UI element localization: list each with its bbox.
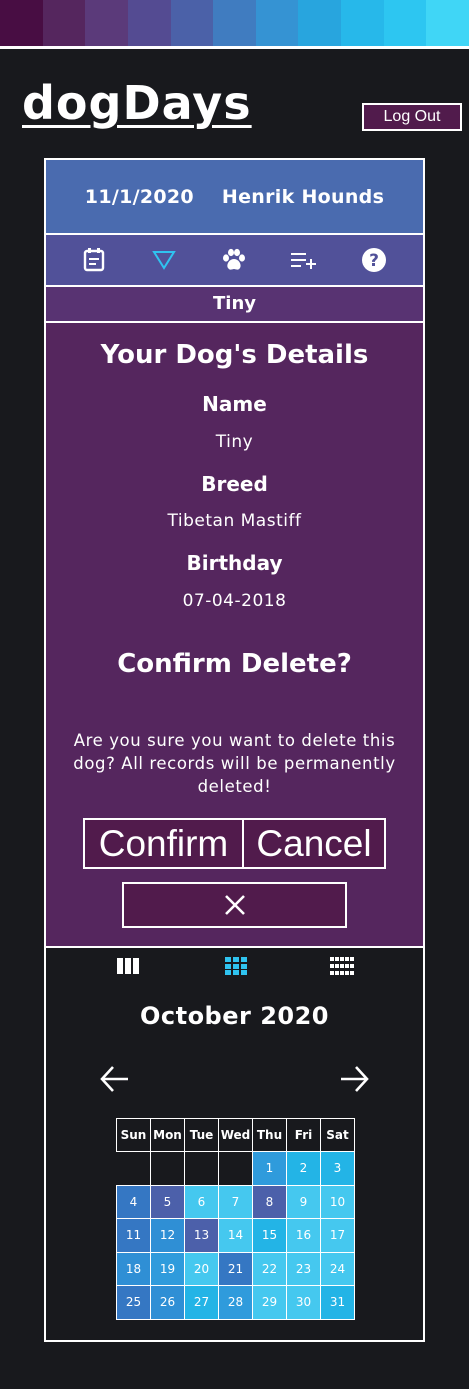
weekday-header: Tue [184,1118,219,1152]
stripe-segment [85,0,128,46]
calendar-day[interactable]: 3 [320,1151,355,1186]
calendar-day[interactable]: 14 [218,1218,253,1253]
stripe-segment [127,0,171,46]
calendar-day[interactable]: 4 [116,1184,151,1219]
name-value: Tiny [215,432,254,452]
birthday-label: Birthday [186,551,283,575]
add-list-icon[interactable] [290,246,318,274]
stripe-segment [170,0,214,46]
confirm-button[interactable]: Confirm [83,818,244,869]
svg-text:?: ? [369,251,379,271]
stripe-segment [255,0,299,46]
confirm-delete-title: Confirm Delete? [117,649,352,679]
calendar-day[interactable]: 8 [252,1184,287,1219]
nav-icon-bar: ? [46,235,423,285]
current-date: 11/1/2020 [84,185,194,208]
calendar-empty-cell [218,1151,253,1186]
divider [46,946,423,948]
calendar-day[interactable]: 10 [320,1184,355,1219]
calendar-week-row: 123 [116,1151,355,1186]
calendar-day[interactable]: 2 [286,1151,321,1186]
help-icon[interactable]: ? [360,246,388,274]
calendar-empty-cell [150,1151,185,1186]
breed-label: Breed [201,472,268,496]
calendar-day[interactable]: 28 [218,1285,253,1320]
birthday-value: 07-04-2018 [182,591,287,611]
calendar-day[interactable]: 9 [286,1184,321,1219]
calendar-day[interactable]: 21 [218,1251,253,1286]
calendar-day[interactable]: 17 [320,1218,355,1253]
stripe-segment [298,0,342,46]
calendar-day[interactable]: 27 [184,1285,219,1320]
calendar-day[interactable]: 15 [252,1218,287,1253]
stripe-segment [42,0,86,46]
weekday-header: Wed [218,1118,253,1152]
previous-month-arrow-icon[interactable] [99,1064,131,1094]
calendar-empty-cell [116,1151,151,1186]
calendar-week-row: 25 26 27 28 29 30 31 [116,1285,355,1320]
stripe-segment [213,0,256,46]
stripe-segment [0,0,43,46]
calendar-day[interactable]: 13 [184,1218,219,1253]
user-name: Henrik Hounds [221,185,385,208]
dog-details-section: Your Dog's Details Name Tiny Breed Tibet… [46,323,423,946]
weekday-header: Thu [252,1118,287,1152]
calendar-day[interactable]: 25 [116,1285,151,1320]
calendar-day[interactable]: 19 [150,1251,185,1286]
calendar-month-title: October 2020 [139,1002,330,1030]
filter-triangle-icon[interactable] [150,246,178,274]
confirm-delete-message: Are you sure you want to delete this dog… [73,731,396,796]
calendar-day[interactable]: 16 [286,1218,321,1253]
color-stripe [0,0,469,46]
calendar-day[interactable]: 5 [150,1184,185,1219]
divider [0,46,469,49]
calendar-day[interactable]: 30 [286,1285,321,1320]
weekday-header: Sat [320,1118,355,1152]
weekday-header: Sun [116,1118,151,1152]
app-logo[interactable]: dogDays [22,76,252,130]
weekday-header: Mon [150,1118,185,1152]
month-view-icon[interactable] [223,956,249,976]
calendar-day[interactable]: 12 [150,1218,185,1253]
calendar-week-row: 11 12 13 14 15 16 17 [116,1218,355,1253]
calendar-day[interactable]: 18 [116,1251,151,1286]
breed-value: Tibetan Mastiff [167,511,302,531]
calendar-day[interactable]: 31 [320,1285,355,1320]
header-bar: 11/1/2020 Henrik Hounds [46,160,423,233]
main-panel: 11/1/2020 Henrik Hounds ? Tiny Your Dog'… [44,158,425,1342]
logout-button[interactable]: Log Out [362,103,462,131]
calendar-empty-cell [184,1151,219,1186]
calendar-view-switcher [46,956,423,980]
selected-dog-tab[interactable]: Tiny [46,287,423,321]
calendar-day[interactable]: 1 [252,1151,287,1186]
calendar-day[interactable]: 6 [184,1184,219,1219]
next-month-arrow-icon[interactable] [338,1064,370,1094]
calendar-week-row: 4 5 6 7 8 9 10 [116,1184,355,1219]
calendar-week-row: 18 19 20 21 22 23 24 [116,1251,355,1286]
close-icon [224,895,245,915]
calendar-day[interactable]: 22 [252,1251,287,1286]
details-title: Your Dog's Details [100,340,369,370]
calendar-day[interactable]: 24 [320,1251,355,1286]
calendar-day[interactable]: 23 [286,1251,321,1286]
stripe-segment [341,0,384,46]
year-view-icon[interactable] [329,956,355,976]
name-label: Name [202,392,267,416]
calendar-icon[interactable] [80,246,108,274]
week-view-icon[interactable] [116,956,142,976]
stripe-segment [383,0,427,46]
calendar-day[interactable]: 20 [184,1251,219,1286]
weekday-header: Fri [286,1118,321,1152]
calendar-day[interactable]: 11 [116,1218,151,1253]
stripe-segment [426,0,469,46]
paw-icon[interactable] [220,246,248,274]
cancel-button[interactable]: Cancel [242,818,386,869]
calendar-day[interactable]: 29 [252,1285,287,1320]
close-button[interactable] [122,882,347,928]
calendar-grid: Sun Mon Tue Wed Thu Fri Sat 1 2 3 4 5 6 7 8 9 10 11 12 13 1… [116,1118,355,1320]
calendar-day[interactable]: 26 [150,1285,185,1320]
confirm-buttons: Confirm Cancel [83,818,386,869]
calendar-day[interactable]: 7 [218,1184,253,1219]
